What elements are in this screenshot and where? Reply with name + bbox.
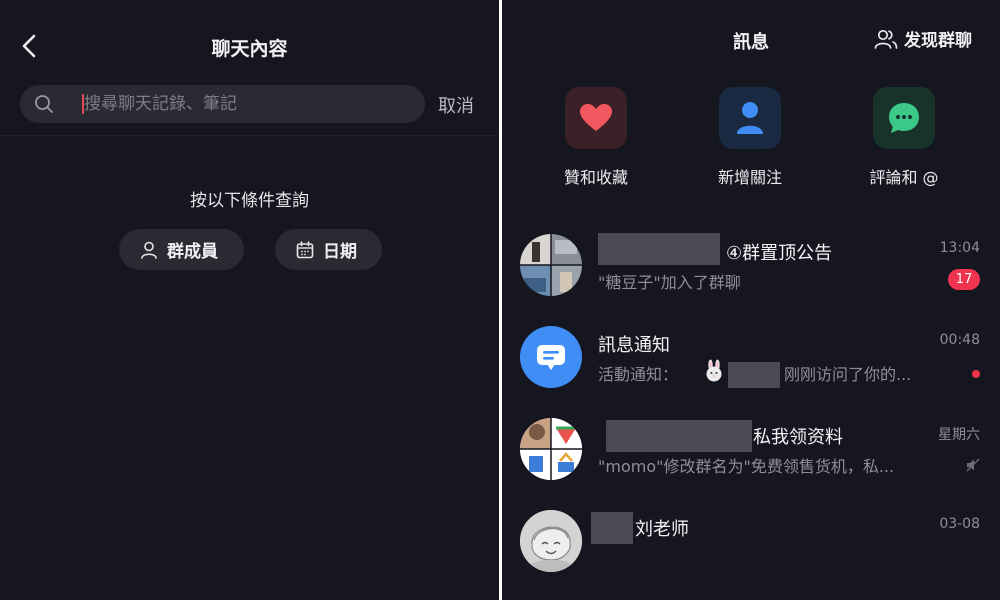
chat-bubble-icon — [873, 87, 935, 149]
page-title: 聊天內容 — [211, 38, 288, 60]
messages-panel: 訊息 发现群聊 贊和收藏 新增關注 評論和 @ ④群置顶公告 "糖豆子"加入了群… — [502, 0, 1000, 600]
discover-groups-button[interactable]: 发现群聊 — [874, 26, 972, 51]
likes-and-favorites-button[interactable]: 贊和收藏 — [536, 87, 656, 188]
redacted-name — [591, 512, 633, 544]
conversation-title: 私我领资料 — [753, 427, 843, 448]
conversation-preview-prefix: 活動通知： — [598, 365, 679, 384]
heart-icon — [565, 87, 627, 149]
conversation-time: 00:48 — [939, 332, 980, 348]
calendar-icon — [296, 240, 314, 258]
conversation-title: 訊息通知 — [598, 335, 670, 356]
group-avatar — [520, 234, 582, 296]
conversation-time: 星期六 — [938, 427, 980, 443]
conversation-time: 13:04 — [939, 240, 980, 256]
unread-dot — [972, 370, 980, 378]
mute-icon — [966, 458, 980, 472]
redacted-name — [606, 420, 752, 452]
chat-search-panel: 聊天內容 取消 按以下條件查詢 群成員 日期 — [0, 0, 499, 600]
person-icon — [141, 241, 157, 259]
user-avatar — [520, 510, 582, 572]
conversation-row[interactable]: 刘老师 03-08 — [502, 495, 1000, 587]
filter-members-label: 群成員 — [167, 242, 218, 262]
conversation-row[interactable]: ④群置顶公告 "糖豆子"加入了群聊 13:04 17 — [502, 219, 1000, 311]
filter-date-button[interactable]: 日期 — [275, 229, 382, 270]
search-field[interactable] — [20, 85, 425, 123]
new-followers-label: 新增關注 — [717, 168, 782, 187]
redacted-name — [598, 233, 720, 265]
redacted-name — [728, 362, 780, 388]
message-icon — [537, 345, 565, 370]
conversation-preview: "糖豆子"加入了群聊 — [598, 273, 741, 292]
divider — [0, 135, 499, 136]
conversation-title: ④群置顶公告 — [726, 243, 833, 264]
comments-and-mentions-button[interactable]: 評論和 @ — [844, 87, 964, 188]
conversation-row[interactable]: 訊息通知 活動通知： 刚刚访问了你的... 00:48 — [502, 311, 1000, 403]
unread-badge: 17 — [948, 269, 980, 290]
conversation-preview: 刚刚访问了你的... — [784, 365, 912, 384]
group-people-icon — [874, 29, 898, 49]
search-icon — [35, 95, 53, 113]
person-icon — [719, 87, 781, 149]
notification-avatar — [520, 326, 582, 388]
search-input[interactable] — [84, 89, 414, 119]
cancel-button[interactable]: 取消 — [438, 92, 474, 118]
filter-heading: 按以下條件查詢 — [190, 191, 309, 211]
conversation-row[interactable]: 私我领资料 "momo"修改群名为"免费领售货机，私... 星期六 — [502, 403, 1000, 495]
conversation-preview: "momo"修改群名为"免费领售货机，私... — [598, 457, 895, 476]
new-followers-button[interactable]: 新增關注 — [690, 87, 810, 188]
filter-members-button[interactable]: 群成員 — [119, 229, 244, 270]
rabbit-emoji-icon — [706, 359, 722, 382]
filter-date-label: 日期 — [323, 242, 357, 262]
likes-and-favorites-label: 贊和收藏 — [563, 168, 628, 187]
conversation-title: 刘老师 — [635, 519, 689, 540]
comments-and-mentions-label: 評論和 @ — [869, 168, 939, 187]
conversation-time: 03-08 — [939, 516, 980, 532]
discover-groups-label: 发现群聊 — [904, 31, 972, 51]
group-avatar — [520, 418, 582, 480]
